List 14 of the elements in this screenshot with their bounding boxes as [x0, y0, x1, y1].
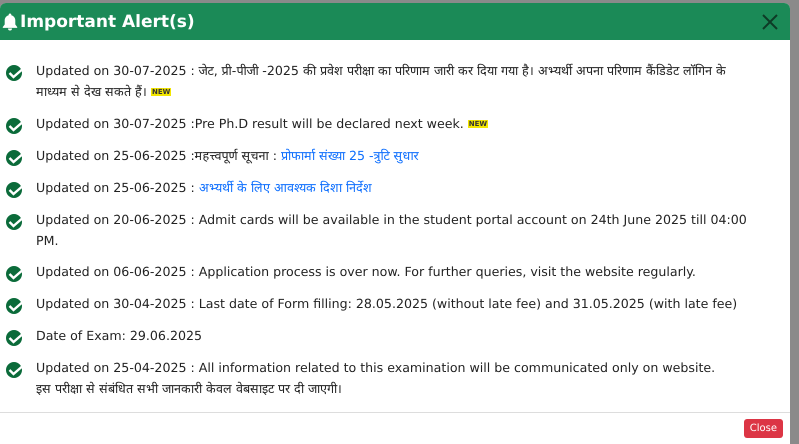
alert-text: Updated on 25-06-2025 :महत्त्वपूर्ण सूचना : प्रोफार्मा संख्या 25 -त्रुटि सुधार	[36, 148, 419, 164]
alert-text: Updated on 25-04-2025 : All information related to this examination will be communicated only on website.	[36, 360, 716, 376]
alert-text: Date of Exam: 29.06.2025	[36, 328, 202, 344]
alert-text: Updated on 20-06-2025 : Admit cards will be available in the student portal account on 24th June 2025 till 04:00 PM.	[36, 212, 747, 248]
bell-icon	[2, 12, 18, 30]
alert-link[interactable]: अभ्यर्थी के लिए आवश्यक दिशा निर्देश	[198, 180, 372, 196]
close-button[interactable]: Close	[744, 419, 783, 438]
alert-text: Updated on 06-06-2025 : Application process is over now. For further queries, visit the website regularly.	[36, 264, 696, 280]
alert-text: इस परीक्षा से संबंधित सभी जानकारी केवल वेबसाइट पर दी जाएगी।	[36, 380, 344, 398]
alert-text: Updated on 30-04-2025 : Last date of Form filling: 28.05.2025 (without late fee) and 31.05.2025 (with late fee)	[36, 296, 738, 312]
close-icon[interactable]	[762, 14, 778, 30]
alert-link[interactable]: प्रोफार्मा संख्या 25 -त्रुटि सुधार	[281, 148, 419, 164]
dialog-title: Important Alert(s)	[20, 12, 196, 32]
alert-text: Updated on 25-06-2025 : अभ्यर्थी के लिए आवश्यक दिशा निर्देश	[36, 180, 372, 196]
